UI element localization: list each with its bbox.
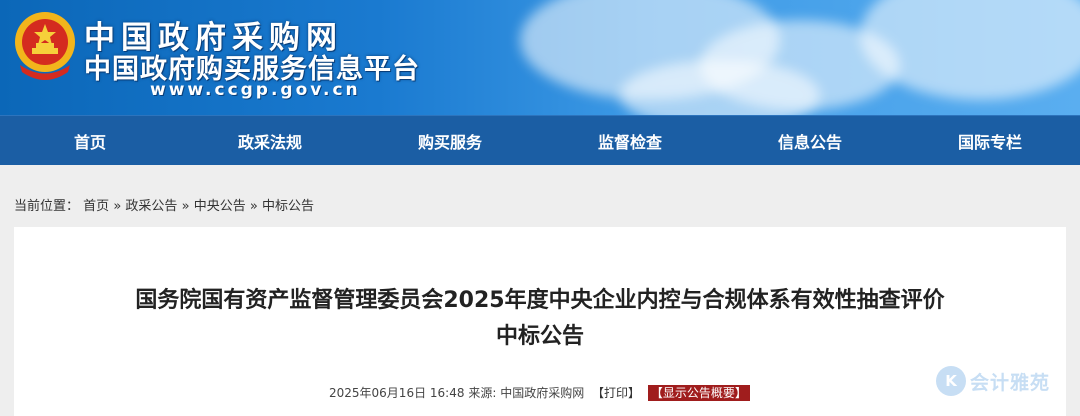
publish-datetime: 2025年06月16日 16:48 [329, 386, 465, 400]
breadcrumb-separator: » [181, 199, 190, 214]
nav-item-purchase-services[interactable]: 购买服务 [360, 129, 540, 153]
watermark: K 会计雅苑 [936, 366, 1050, 396]
cloud-decoration [860, 0, 1080, 100]
breadcrumb-item-award-notices[interactable]: 中标公告 [262, 199, 314, 214]
watermark-text: 会计雅苑 [970, 371, 1051, 394]
breadcrumb-separator: » [113, 199, 122, 214]
print-button[interactable]: 【打印】 [592, 386, 640, 400]
breadcrumb-item-procurement-notices[interactable]: 政采公告 [125, 199, 177, 214]
article-title: 国务院国有资产监督管理委员会2025年度中央企业内控与合规体系有效性抽查评价 中… [14, 283, 1066, 355]
breadcrumb-prefix: 当前位置： [14, 199, 80, 214]
nav-item-international[interactable]: 国际专栏 [900, 129, 1080, 153]
source-label: 来源: [468, 386, 497, 400]
site-url[interactable]: www.ccgp.gov.cn [150, 80, 361, 100]
article-title-line: 国务院国有资产监督管理委员会2025年度中央企业内控与合规体系有效性抽查评价 [135, 288, 945, 313]
article-meta: 2025年06月16日 16:48 来源: 中国政府采购网 【打印】 【显示公告… [329, 384, 750, 401]
article-title-line: 中标公告 [495, 324, 584, 349]
breadcrumb-separator: » [249, 199, 258, 214]
nav-item-home[interactable]: 首页 [0, 129, 180, 153]
article-panel: 国务院国有资产监督管理委员会2025年度中央企业内控与合规体系有效性抽查评价 中… [14, 227, 1066, 416]
watermark-logo-icon: K [936, 366, 966, 396]
main-nav: 首页 政采法规 购买服务 监督检查 信息公告 国际专栏 [0, 115, 1080, 165]
nav-item-supervision[interactable]: 监督检查 [540, 129, 720, 153]
show-summary-button[interactable]: 【显示公告概要】 [647, 385, 750, 401]
site-header: 中国政府采购网 中国政府购买服务信息平台 www.ccgp.gov.cn [0, 0, 1080, 115]
nav-item-announcements[interactable]: 信息公告 [720, 129, 900, 153]
national-emblem-icon [15, 12, 75, 80]
breadcrumb-item-central-notices[interactable]: 中央公告 [194, 199, 246, 214]
nav-item-regulations[interactable]: 政采法规 [180, 129, 360, 153]
breadcrumb-item-home[interactable]: 首页 [83, 199, 109, 214]
breadcrumb: 当前位置： 首页 » 政采公告 » 中央公告 » 中标公告 [14, 195, 314, 214]
source-name: 中国政府采购网 [500, 386, 585, 400]
